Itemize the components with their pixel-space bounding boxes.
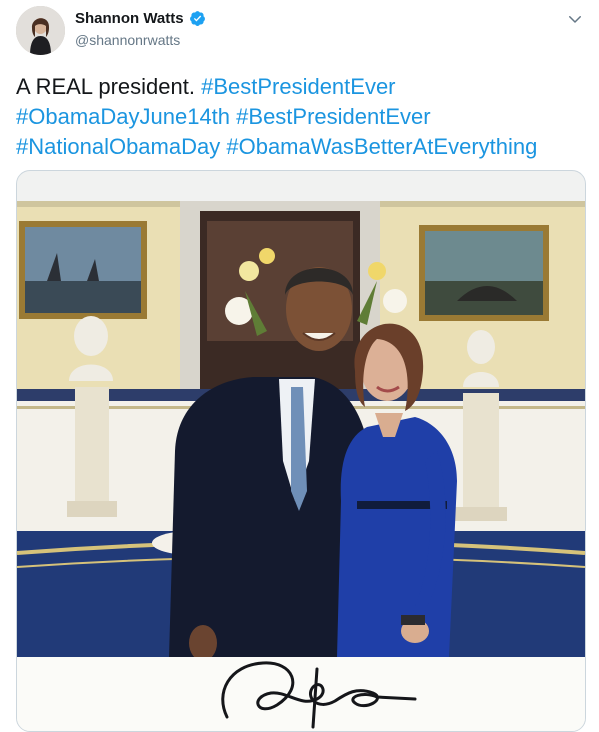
hashtag-link[interactable]: #NationalObamaDay — [16, 134, 220, 159]
tweet-text: A REAL president. #BestPresidentEver #Ob… — [16, 72, 586, 162]
author-name-row: Shannon Watts — [75, 10, 206, 27]
signature-image — [221, 661, 417, 729]
avatar-image — [16, 6, 65, 55]
author-handle[interactable]: @shannonrwatts — [75, 32, 180, 48]
tweet-text-line: #NationalObamaDay #ObamaWasBetterAtEvery… — [16, 132, 586, 162]
tweet-text-segment: A REAL president. — [16, 74, 202, 99]
verified-badge-icon — [189, 11, 205, 26]
chevron-down-icon[interactable] — [566, 10, 584, 28]
hashtag-link[interactable]: #BestPresidentEver — [236, 104, 430, 129]
tweet-text-line: #ObamaDayJune14th #BestPresidentEver — [16, 102, 586, 132]
avatar[interactable] — [16, 6, 65, 55]
hashtag-link[interactable]: #BestPresidentEver — [201, 74, 395, 99]
photo-image — [17, 201, 585, 657]
media-photo[interactable] — [17, 201, 585, 657]
tweet-text-line: A REAL president. #BestPresidentEver — [16, 72, 586, 102]
author-display-name[interactable]: Shannon Watts — [75, 10, 184, 27]
hashtag-link[interactable]: #ObamaDayJune14th — [16, 104, 230, 129]
tweet: Shannon Watts @shannonrwatts A REAL pres… — [0, 0, 599, 732]
tweet-media[interactable] — [16, 170, 586, 732]
signature-card — [17, 657, 585, 731]
hashtag-link[interactable]: #ObamaWasBetterAtEverything — [226, 134, 537, 159]
